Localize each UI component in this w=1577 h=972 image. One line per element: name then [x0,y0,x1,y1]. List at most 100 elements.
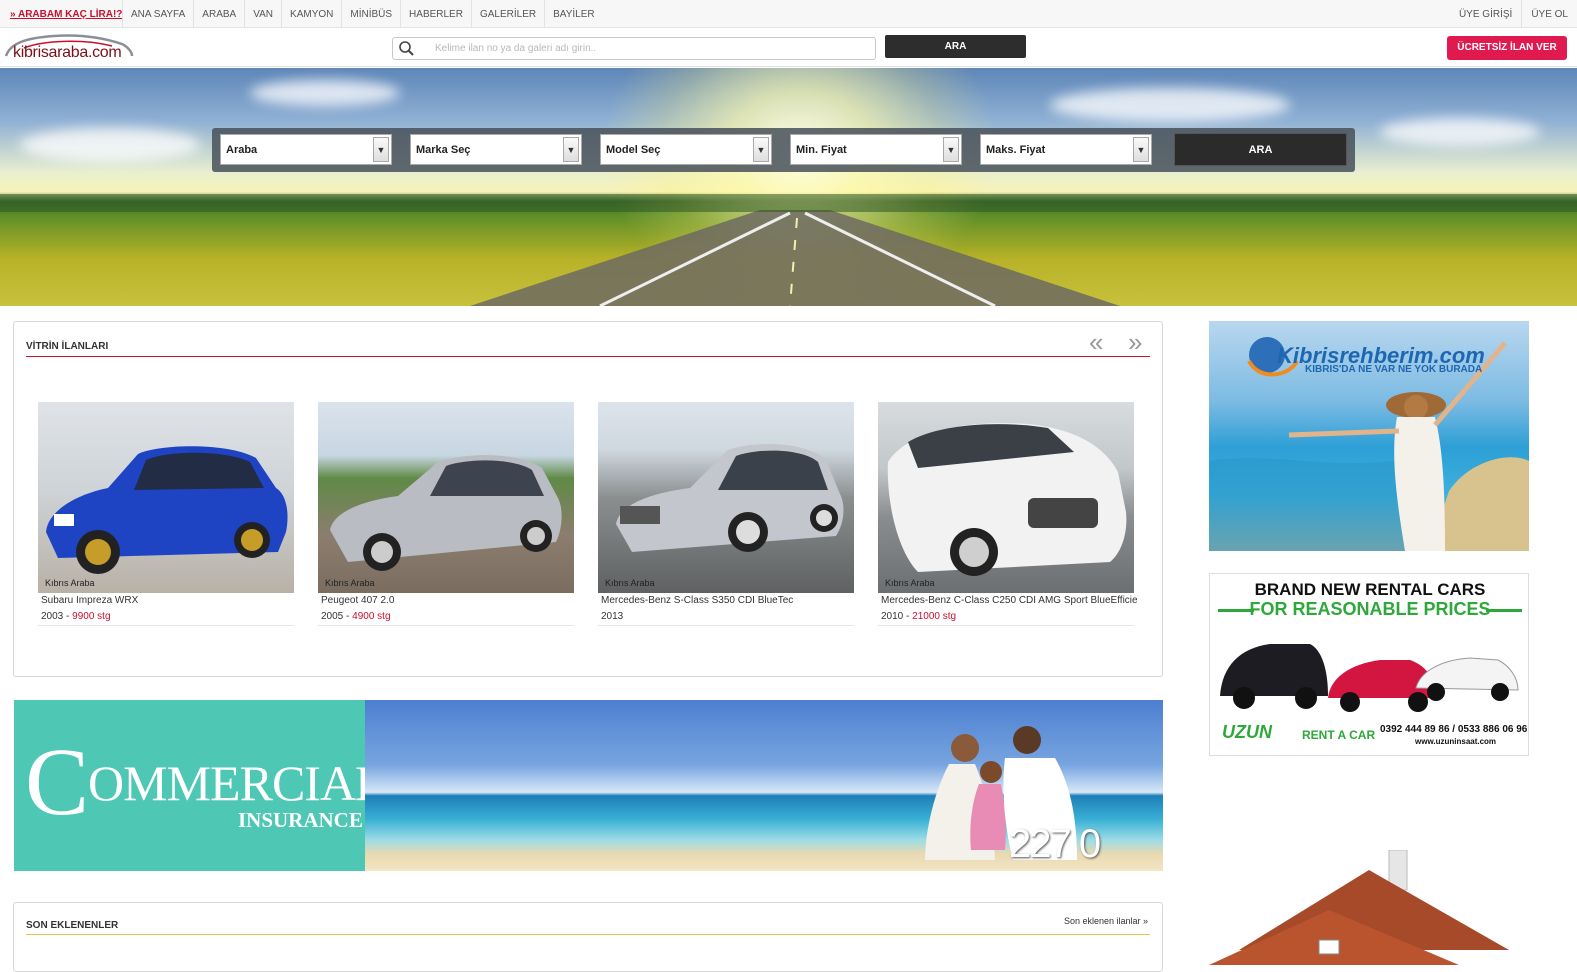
search-icon [399,41,414,56]
listing-divider [318,625,574,626]
listing-photo[interactable] [598,402,854,593]
listing-divider [878,625,1134,626]
listing-separator: - [63,611,73,622]
search-field [392,37,876,60]
listing-divider [38,625,294,626]
chevron-down-icon: ▼ [943,137,959,162]
listing-title[interactable]: Mercedes-Benz S-Class S350 CDI BlueTec [601,595,857,606]
listing-meta: 2013 [601,611,623,622]
insurance-ad-headline-rest: OMMERCIAL [88,755,386,811]
rental-ad-phone: 0392 444 89 86 / 0533 886 06 96 [1380,724,1528,735]
listing-meta: 2010 - 21000 stg [881,611,956,622]
chevron-down-icon: ▼ [373,137,389,162]
filter-search-button[interactable]: ARA [1174,133,1347,166]
listing-divider [598,625,854,626]
rehber-ad[interactable]: Kibrisrehberim.com KIBRIS'DA NE VAR NE Y… [1209,321,1529,551]
showcase-panel: VİTRİN İLANLARI « » Kıbrıs Araba Subaru … [13,321,1163,677]
rental-ad-website: www.uzuninsaat.com [1415,737,1497,746]
rental-ad[interactable]: BRAND NEW RENTAL CARS FOR REASONABLE PRI… [1209,573,1529,756]
listing-photo[interactable] [318,402,574,593]
listing-watermark: Kıbrıs Araba [605,578,655,588]
menu-item-kamyon[interactable]: KAMYON [281,0,341,28]
site-logo[interactable]: kibrisaraba.com [4,30,134,62]
register-link[interactable]: ÜYE OL [1521,0,1577,28]
listing-meta: 2003 - 9900 stg [41,611,111,622]
real-estate-ad[interactable] [1209,850,1529,965]
category-select-value: Araba [226,144,258,156]
listing-watermark: Kıbrıs Araba [885,578,935,588]
listing-card[interactable]: Kıbrıs Araba Mercedes-Benz S-Class S350 … [598,402,857,626]
car-photo-icon [330,455,562,571]
car-photo-icon [616,444,844,552]
listing-card[interactable]: Kıbrıs Araba Peugeot 407 2.0 2005 - 4900… [318,402,577,626]
max-price-select[interactable]: Maks. Fiyat ▼ [980,134,1152,165]
search-filter-bar: Araba ▼ Marka Seç ▼ Model Seç ▼ Min. Fiy… [212,128,1355,172]
min-price-select[interactable]: Min. Fiyat ▼ [790,134,962,165]
menu-item-araba[interactable]: ARABA [193,0,244,28]
recent-listings-divider [26,934,1150,935]
chevron-down-icon: ▼ [753,137,769,162]
recent-listings-panel: SON EKLENENLER Son eklenen ilanlar » [13,902,1163,972]
car-photo-icon [887,423,1127,576]
listing-card[interactable]: Kıbrıs Araba Mercedes-Benz C-Class C250 … [878,402,1137,626]
insurance-ad-banner[interactable]: COMMERCIAL INSURANCE 227 0 285 [14,700,1163,871]
rental-ad-brand-sub: RENT A CAR [1302,728,1376,742]
rental-ad-brand: UZUN [1222,722,1272,742]
recent-listings-title: SON EKLENENLER [26,920,119,931]
rental-cars-illustration [1220,644,1519,712]
listing-separator: - [343,611,353,622]
listing-year: 2010 [881,611,904,622]
listing-title[interactable]: Peugeot 407 2.0 [321,595,577,606]
house-illustration [1209,850,1509,965]
menu-item-haberler[interactable]: HABERLER [400,0,471,28]
listing-year: 2003 [41,611,64,622]
listing-photo[interactable] [38,402,294,593]
showcase-title: VİTRİN İLANLARI [26,341,109,352]
carousel-next-button[interactable]: » [1128,329,1142,355]
listing-year: 2013 [601,611,624,622]
login-link[interactable]: ÜYE GİRİŞİ [1450,0,1521,28]
car-photo-icon [46,446,288,574]
insurance-ad-subtitle: INSURANCE [238,808,363,832]
rental-ad-rule [1486,609,1522,612]
rental-ad-headline: BRAND NEW RENTAL CARS [1254,580,1486,599]
listing-price: 9900 stg [72,611,111,622]
menu-item-minibus[interactable]: MİNİBÜS [341,0,400,28]
listing-year: 2005 [321,611,344,622]
free-listing-button[interactable]: ÜCRETSİZ İLAN VER [1447,36,1567,60]
listing-title[interactable]: Subaru Impreza WRX [41,595,297,606]
main-menu: ANA SAYFA ARABA VAN KAMYON MİNİBÜS HABER… [122,0,603,28]
brand-select[interactable]: Marka Seç ▼ [410,134,582,165]
listing-photo[interactable] [878,402,1134,593]
rental-ad-subheadline: FOR REASONABLE PRICES [1249,599,1491,619]
menu-item-bayiler[interactable]: BAYİLER [544,0,603,28]
search-input[interactable] [435,40,855,57]
menu-item-ana-sayfa[interactable]: ANA SAYFA [122,0,193,28]
hero-banner: Araba ▼ Marka Seç ▼ Model Seç ▼ Min. Fiy… [0,68,1577,306]
promo-link[interactable]: » ARABAM KAÇ LİRA!? [10,9,122,20]
listing-card[interactable]: Kıbrıs Araba Subaru Impreza WRX 2003 - 9… [38,402,297,626]
menu-item-galeriler[interactable]: GALERİLER [470,0,544,28]
listing-watermark: Kıbrıs Araba [45,578,95,588]
category-select[interactable]: Araba ▼ [220,134,392,165]
carousel-prev-button[interactable]: « [1089,329,1103,355]
logo-text: kibrisaraba.com [13,44,122,61]
min-price-select-value: Min. Fiyat [796,144,847,156]
road-illustration [0,194,1577,306]
insurance-ad-logo-area: COMMERCIAL INSURANCE [14,700,386,871]
max-price-select-value: Maks. Fiyat [986,144,1046,156]
model-select[interactable]: Model Seç ▼ [600,134,772,165]
brand-select-value: Marka Seç [416,144,471,156]
model-select-value: Model Seç [606,144,661,156]
listing-price: 21000 stg [912,611,957,622]
header-search-button[interactable]: ARA [885,35,1026,58]
listing-title[interactable]: Mercedes-Benz C-Class C250 CDI AMG Sport… [881,595,1137,606]
listing-watermark: Kıbrıs Araba [325,578,375,588]
rehber-ad-tagline: KIBRIS'DA NE VAR NE YOK BURADA [1305,364,1483,375]
showcase-divider [26,356,1150,357]
chevron-down-icon: ▼ [563,137,579,162]
listing-separator: - [903,611,913,622]
site-header: kibrisaraba.com ARA ÜCRETSİZ İLAN VER [0,28,1577,67]
menu-item-van[interactable]: VAN [244,0,281,28]
recent-listings-more-link[interactable]: Son eklenen ilanlar » [1064,916,1148,926]
